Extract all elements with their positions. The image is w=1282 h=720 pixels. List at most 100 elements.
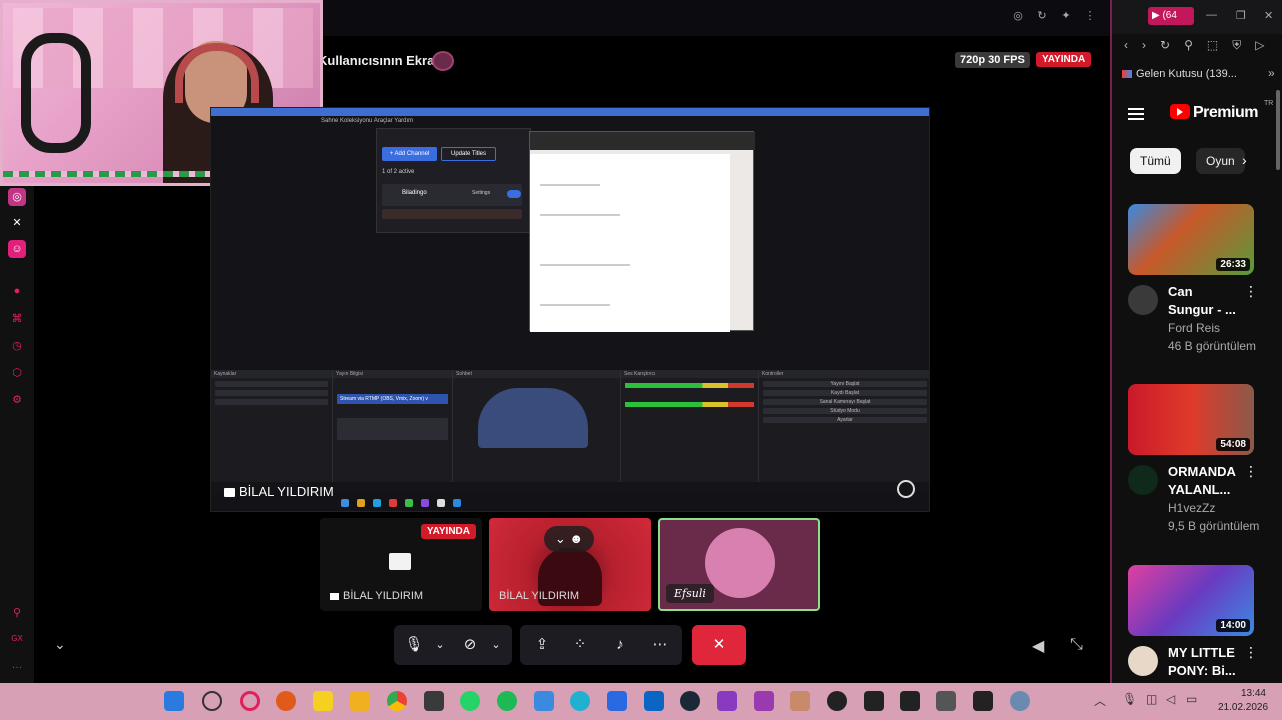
chip-gaming[interactable]: Oyun [1196,148,1245,174]
screen-share-icon[interactable]: ⇪ [528,625,556,665]
obs-icon[interactable] [827,691,847,711]
video-card[interactable]: 54:08 ORMANDA YALANL... H1vezZz 9,5 B gö… [1128,384,1259,543]
volume-icon[interactable]: ◀ [1032,636,1044,656]
channel-avatar[interactable] [1128,465,1158,495]
linkedin-icon[interactable] [644,691,664,711]
x-icon[interactable]: ✕ [8,214,26,232]
more-icon[interactable]: … [8,656,26,674]
end-call-button[interactable]: ✕ [692,625,746,665]
zoom-in-icon[interactable] [897,480,915,498]
battery-icon[interactable]: ▭ [1186,692,1197,706]
reload-icon[interactable]: ↻ [1160,38,1170,60]
app-icon[interactable] [717,691,737,711]
settings-icon[interactable] [1010,691,1030,711]
capcut-icon[interactable] [900,691,920,711]
menu-dots-icon[interactable]: ⋮ [1084,10,1096,22]
side-panel-scrollbar[interactable] [1276,90,1280,170]
taskbar-clock[interactable]: 13:44 21.02.2026 [1218,687,1268,715]
video-thumbnail[interactable]: 14:00 [1128,565,1254,636]
back-icon[interactable]: ‹ [1124,38,1128,60]
video-title[interactable]: ORMANDA YALANL... [1168,463,1238,499]
video-thumbnail[interactable]: 26:33 [1128,204,1254,275]
notepad-icon[interactable] [534,691,554,711]
video-channel[interactable]: Ford Reis [1168,321,1220,335]
channel-avatar[interactable] [1128,285,1158,315]
gx-icon[interactable]: GX [8,630,26,648]
capcut-icon[interactable] [973,691,993,711]
chip-next-icon[interactable]: › [1242,152,1247,168]
description-field [337,418,448,440]
windows-start-icon[interactable] [164,691,184,711]
nvidia-icon[interactable] [424,691,444,711]
extensions-icon[interactable]: ⬡ [8,364,26,382]
kebab-menu-icon[interactable]: ⋮ [1244,644,1258,661]
discord-icon[interactable]: ☺ [8,240,26,258]
close-icon[interactable]: ✕ [1264,9,1273,22]
pin-icon[interactable]: ⚲ [1184,38,1193,60]
search-icon[interactable] [202,691,222,711]
kebab-menu-icon[interactable]: ⋮ [1244,283,1258,300]
send-icon[interactable]: ▷ [1255,38,1264,60]
mic-options-chevron-icon[interactable]: ⌄ [426,625,454,665]
speaker-icon[interactable]: ◁ [1166,692,1175,706]
crop-icon[interactable]: ⬚ [1207,38,1218,60]
participant-tile[interactable]: YAYINDA BİLAL YILDIRIM [320,518,482,611]
youtube-tab-count: (64 [1162,10,1177,21]
reload-icon[interactable]: ↻ [1036,10,1048,22]
tray-chevron-icon[interactable]: ︿ [1094,692,1106,709]
chevron-down-icon[interactable]: ⌄ [54,636,66,653]
video-card[interactable]: 26:33 Can Sungur - ... Ford Reis 46 B gö… [1128,204,1258,363]
photos-icon[interactable] [790,691,810,711]
tile-options-button[interactable]: ⌄ ☻ [544,526,594,552]
forward-icon[interactable]: › [1142,38,1146,60]
restore-icon[interactable]: ❐ [1236,9,1246,22]
video-title[interactable]: Can Sungur - ... [1168,283,1238,319]
camera-options-chevron-icon[interactable]: ⌄ [482,625,510,665]
activities-icon[interactable]: ⁘ [566,625,594,665]
hamburger-menu-icon[interactable] [1128,108,1144,120]
spotify-icon[interactable] [497,691,517,711]
participant-tile[interactable]: Efsuli [658,518,820,611]
gx-corner-icon[interactable]: ⚲ [8,604,26,622]
chip-all[interactable]: Tümü [1130,148,1181,174]
pin-icon[interactable]: ⌘ [8,310,26,328]
tray-mic-icon[interactable]: 🎙 [1122,692,1137,706]
app-icon[interactable] [276,691,296,711]
extension-icon[interactable]: ✦ [1060,10,1072,22]
file-explorer-icon[interactable] [350,691,370,711]
canva-icon[interactable] [570,691,590,711]
wifi-icon[interactable]: ◫ [1146,692,1157,706]
gear-icon[interactable]: ⚙ [8,391,26,409]
youtube-tab[interactable]: ▶ (64 [1148,7,1194,25]
outlook-icon[interactable] [607,691,627,711]
instagram-icon[interactable]: ◎ [8,188,26,206]
shared-screen[interactable]: Sahne Koleksiyonu Araçlar Yardım + Add C… [210,107,930,512]
mic-icon[interactable]: 🎙 [400,625,428,665]
minimize-icon[interactable]: — [1206,9,1217,21]
video-channel[interactable]: H1vezZz [1168,501,1215,515]
youtube-logo-icon[interactable] [1170,104,1190,119]
spotify-icon[interactable]: ● [8,282,26,300]
chevron-right-icon[interactable]: » [1268,66,1275,80]
shield-icon[interactable]: ⛨ [1232,38,1241,60]
kebab-menu-icon[interactable]: ⋮ [1244,463,1258,480]
app-icon[interactable] [936,691,956,711]
participant-tile[interactable]: ⌄ ☻ BİLAL YILDIRIM [489,518,651,611]
exit-fullscreen-icon[interactable]: ⤡ [1070,636,1083,654]
camera-off-icon[interactable]: ⊘ [456,625,484,665]
settings-icon[interactable]: ◎ [1012,10,1024,22]
whatsapp-icon[interactable] [460,691,480,711]
steam-icon[interactable] [680,691,700,711]
soundboard-icon[interactable]: ♪ [606,625,634,665]
sticky-notes-icon[interactable] [313,691,333,711]
more-icon[interactable]: ⋯ [646,625,674,665]
video-title[interactable]: MY LITTLE PONY: Bi... [1168,644,1238,680]
twitch-icon[interactable] [754,691,774,711]
gmail-bookmark[interactable]: Gelen Kutusu (139... [1122,68,1237,80]
channel-avatar[interactable] [1128,646,1158,676]
video-thumbnail[interactable]: 54:08 [1128,384,1254,455]
chrome-icon[interactable] [387,691,407,711]
opera-gx-icon[interactable] [240,691,260,711]
epic-games-icon[interactable] [864,691,884,711]
history-icon[interactable]: ◷ [8,337,26,355]
